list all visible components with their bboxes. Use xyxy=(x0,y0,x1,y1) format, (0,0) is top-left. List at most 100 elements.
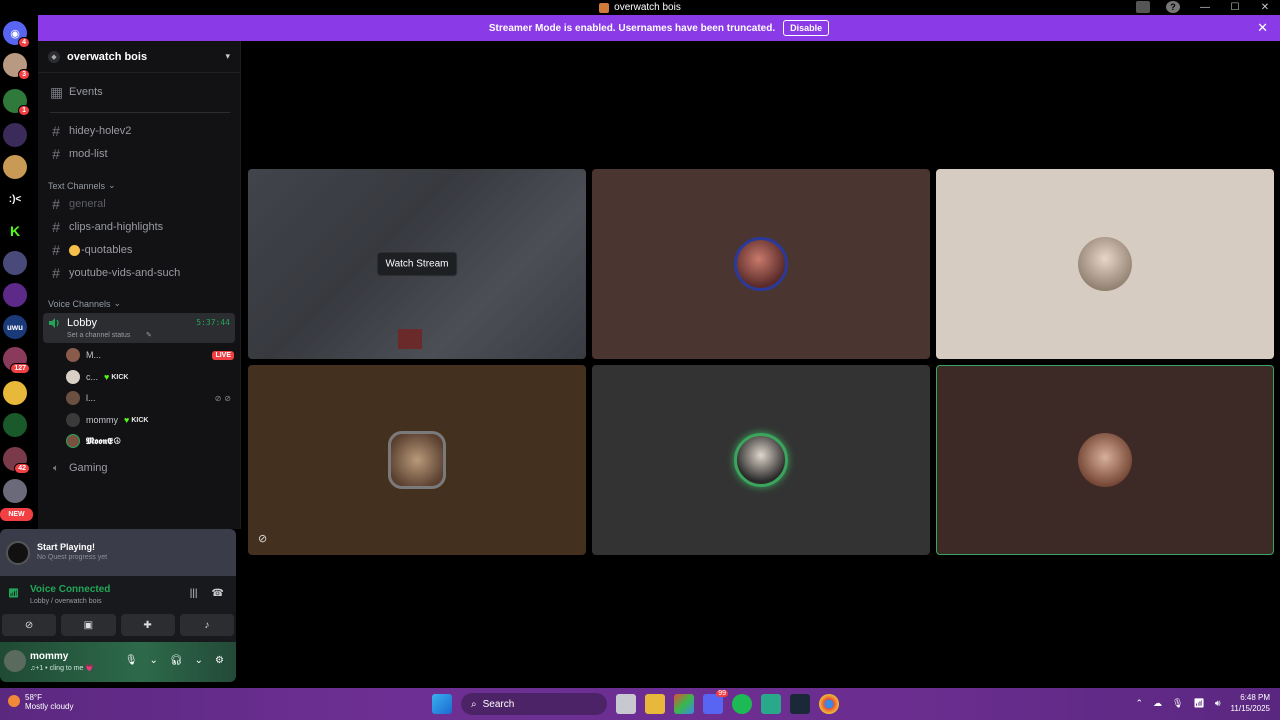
chrome-icon[interactable] xyxy=(819,694,839,714)
voice-user-name: c... xyxy=(86,372,99,382)
direct-messages-icon[interactable]: ◉ 4 xyxy=(3,21,30,48)
avatar xyxy=(1078,237,1132,291)
disable-button[interactable]: Disable xyxy=(783,20,830,36)
volume-icon[interactable]: 🔊︎ xyxy=(1215,698,1221,709)
server-icon-7[interactable] xyxy=(3,251,27,275)
kick-tag: KICK xyxy=(111,373,129,381)
participant-tile[interactable] xyxy=(592,169,930,359)
quest-panel[interactable]: Start Playing! No Quest progress yet xyxy=(0,529,236,576)
participant-tile[interactable] xyxy=(936,365,1274,555)
category-text-channels[interactable]: Text Channels ⌄ xyxy=(48,180,116,191)
participant-tile[interactable]: ⊘ xyxy=(248,365,586,555)
search-label: Search xyxy=(482,698,515,710)
kick-tag: KICK xyxy=(131,416,149,424)
server-icon xyxy=(599,2,610,13)
server-icon-5[interactable]: :)< xyxy=(3,187,27,211)
server-icon-9[interactable]: uwu xyxy=(3,315,27,339)
channel-quotables[interactable]: # -quotables xyxy=(46,239,234,261)
discord-icon[interactable]: 99 xyxy=(703,690,728,714)
voice-user[interactable]: c... ♥ KICK xyxy=(66,368,234,386)
microphone-icon[interactable]: 🎙︎ xyxy=(125,655,138,666)
heart-icon: ♥ xyxy=(124,415,130,425)
headphones-icon[interactable]: 🎧︎ xyxy=(170,655,183,666)
close-banner-icon[interactable]: ✕ xyxy=(1257,20,1268,36)
participant-tile[interactable] xyxy=(592,365,930,555)
user-status: ♫+1 • cling to me 💗 xyxy=(30,665,95,672)
inbox-icon[interactable] xyxy=(1136,1,1150,13)
weather-widget[interactable]: 58°F Mostly cloudy xyxy=(8,693,73,711)
close-icon[interactable]: ✕ xyxy=(1250,0,1280,15)
server-icon-14[interactable] xyxy=(3,479,27,503)
voice-connected-label[interactable]: Voice Connected xyxy=(30,584,110,595)
hash-icon: # xyxy=(52,265,60,281)
voice-channel-lobby[interactable]: Lobby Set a channel status ✎ 5:37:44 xyxy=(43,313,235,343)
wifi-icon[interactable]: 📶︎ xyxy=(1193,698,1204,709)
help-icon[interactable]: ? xyxy=(1166,1,1180,13)
clock[interactable]: 6:48 PM 11/15/2025 xyxy=(1231,692,1270,714)
camera-off-button[interactable]: ⊘ xyxy=(2,614,57,636)
kick-server-icon[interactable]: K xyxy=(3,219,27,243)
hash-icon: # xyxy=(52,146,60,162)
watch-stream-button[interactable]: Watch Stream xyxy=(376,251,458,277)
hash-icon: # xyxy=(52,123,60,139)
avatar[interactable] xyxy=(4,650,26,672)
server-icon-8[interactable] xyxy=(3,283,27,307)
voice-user[interactable]: mommy ♥ KICK xyxy=(66,411,234,429)
server-icon-12[interactable] xyxy=(3,413,27,437)
steam-icon[interactable] xyxy=(790,694,810,714)
minimize-icon[interactable]: — xyxy=(1190,0,1220,15)
task-view-icon[interactable] xyxy=(616,694,636,714)
unread-badge: 4 xyxy=(18,37,30,48)
server-icon-1[interactable]: 3 xyxy=(3,53,30,80)
server-icon-3[interactable] xyxy=(3,123,27,147)
signal-icon[interactable]: 📶︎ xyxy=(8,588,20,600)
voice-user[interactable]: l... ⊘⊘ xyxy=(66,389,234,407)
soundboard-button[interactable]: ♪ xyxy=(179,614,234,636)
server-icon-13[interactable]: 42 xyxy=(3,447,30,474)
unread-badge: 127 xyxy=(10,363,30,374)
chevron-down-icon[interactable]: ⌄ xyxy=(150,655,158,666)
disconnect-icon[interactable]: ☎ xyxy=(212,588,224,599)
participant-tile[interactable] xyxy=(936,169,1274,359)
channel-youtube-vids-and-such[interactable]: # youtube-vids-and-such xyxy=(46,262,234,284)
events-item[interactable]: ▦ Events xyxy=(46,81,234,103)
spotify-icon[interactable] xyxy=(732,694,752,714)
voice-user[interactable]: M... LIVE xyxy=(66,346,234,364)
noise-suppression-icon[interactable]: ||| xyxy=(190,588,198,599)
photos-icon[interactable] xyxy=(674,694,694,714)
file-explorer-icon[interactable] xyxy=(645,694,665,714)
voice-channel-gaming[interactable]: 🔈︎ Gaming xyxy=(46,457,234,479)
category-voice-channels[interactable]: Voice Channels ⌄ xyxy=(48,298,121,309)
category-label: Voice Channels xyxy=(48,298,111,309)
microphone-icon[interactable]: 🎙︎ xyxy=(1172,698,1183,709)
voice-user[interactable]: 𝕸𝖔𝖔𝖓𝕰☮ xyxy=(66,432,234,450)
server-icon-11[interactable] xyxy=(3,381,27,405)
channel-mod-list[interactable]: # mod-list xyxy=(46,143,234,165)
avatar xyxy=(66,370,80,384)
screen-share-button[interactable]: ▣ xyxy=(61,614,116,636)
server-icon-10[interactable]: 127 xyxy=(3,347,30,374)
quest-subtitle: No Quest progress yet xyxy=(37,554,108,561)
stream-tile[interactable]: Watch Stream xyxy=(248,169,586,359)
channel-clips-and-highlights[interactable]: # clips-and-highlights xyxy=(46,216,234,238)
search-box[interactable]: ⌕ Search xyxy=(461,693,607,715)
maximize-icon[interactable]: ☐ xyxy=(1220,0,1250,15)
gear-icon[interactable]: ⚙ xyxy=(215,655,224,666)
voice-connected-location[interactable]: Lobby / overwatch bois xyxy=(30,598,102,605)
server-icon-4[interactable] xyxy=(3,155,27,179)
pencil-icon[interactable]: ✎ xyxy=(146,331,152,339)
app-icon[interactable] xyxy=(761,694,781,714)
guild-header[interactable]: ◆ overwatch bois ▾ xyxy=(38,41,240,73)
server-glyph: :)< xyxy=(8,193,22,205)
channel-general[interactable]: # general xyxy=(46,193,234,215)
channel-hidey-holev2[interactable]: # hidey-holev2 xyxy=(46,120,234,142)
server-icon-2[interactable]: 1 xyxy=(3,89,30,116)
activities-button[interactable]: ✚ xyxy=(120,614,175,636)
username[interactable]: mommy xyxy=(30,651,68,662)
chevron-down-icon[interactable]: ⌄ xyxy=(195,655,203,666)
chevron-up-icon[interactable]: ⌃ xyxy=(1135,698,1143,709)
live-badge: LIVE xyxy=(212,350,234,360)
cloud-icon[interactable]: ☁ xyxy=(1153,698,1162,709)
channel-status[interactable]: Set a channel status xyxy=(67,332,130,339)
start-icon[interactable] xyxy=(432,694,452,714)
